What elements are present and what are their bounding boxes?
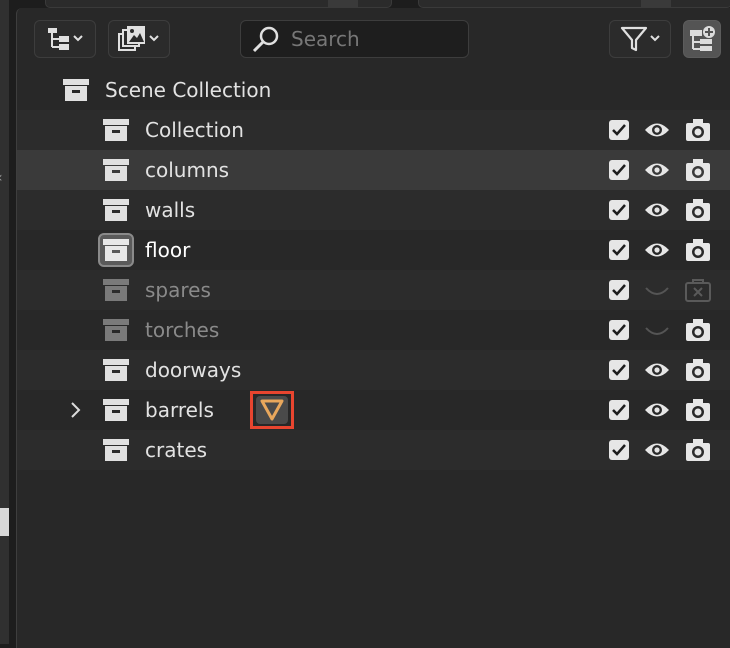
collection-icon [101,435,131,465]
camera-icon[interactable] [684,317,712,343]
top-header-button[interactable] [328,0,358,7]
tree-row-label: spares [145,278,211,302]
outliner-tree: Scene Collection Collection columns wall… [17,70,730,470]
funnel-icon [620,26,660,52]
camera-icon[interactable] [684,397,712,423]
camera-icon[interactable] [684,197,712,223]
camera-icon[interactable] [684,357,712,383]
tree-row[interactable]: barrels [17,390,730,430]
exclude-checkbox[interactable] [609,120,629,140]
eye-icon[interactable] [643,358,671,382]
new-collection-icon [690,26,715,51]
tree-row[interactable]: crates [17,430,730,470]
tree-row-scene-collection[interactable]: Scene Collection [17,70,730,110]
collection-icon [101,355,131,385]
tree-row[interactable]: doorways [17,350,730,390]
exclude-checkbox[interactable] [609,400,629,420]
collection-icon [101,315,131,345]
collection-icon [98,233,134,267]
chevron-right-icon[interactable] [69,400,83,420]
search-field[interactable] [240,20,469,58]
top-editor-header-right [418,0,730,8]
left-scrollbar[interactable] [0,508,9,536]
collection-icon [101,115,131,145]
image-stack-icon [118,26,159,51]
collapse-arrow-icon[interactable]: ‹ [0,170,3,186]
tree-row-label: walls [145,198,196,222]
outliner-tree-icon [48,28,83,50]
top-header-button-2[interactable] [641,0,671,7]
tree-row-label: torches [145,318,220,342]
display-mode-dropdown[interactable] [34,20,96,58]
camera-icon[interactable] [684,437,712,463]
tree-row-active[interactable]: floor [17,230,730,270]
top-strip [0,0,730,8]
tree-row-label: doorways [145,358,242,382]
camera-disabled-icon[interactable] [684,277,712,303]
eye-icon[interactable] [643,438,671,462]
tree-row[interactable]: torches [17,310,730,350]
eye-closed-icon[interactable] [643,278,671,302]
tree-row-label: columns [145,158,230,182]
exclude-checkbox[interactable] [609,280,629,300]
filter-dropdown[interactable] [609,20,671,58]
camera-icon[interactable] [684,157,712,183]
tree-row-label: barrels [145,398,214,422]
exclude-checkbox[interactable] [609,240,629,260]
collection-icon [61,75,91,105]
outliner-panel: Scene Collection Collection columns [16,8,730,648]
camera-icon[interactable] [684,237,712,263]
search-icon [252,26,279,53]
tree-row[interactable]: Collection [17,110,730,150]
collection-icon [101,275,131,305]
eye-icon[interactable] [643,158,671,182]
exclude-checkbox[interactable] [609,440,629,460]
modifier-icon [260,399,284,421]
new-collection-button[interactable] [683,20,721,58]
eye-icon[interactable] [643,198,671,222]
modifier-child-button[interactable] [250,391,294,429]
left-editor-edge[interactable]: ‹ [0,0,9,644]
tree-row-label: floor [145,238,191,262]
tree-row-label: Collection [145,118,244,142]
filter-objects-dropdown[interactable] [108,20,170,58]
exclude-checkbox[interactable] [609,200,629,220]
eye-icon[interactable] [643,118,671,142]
eye-icon[interactable] [643,398,671,422]
camera-icon[interactable] [684,117,712,143]
tree-row-selected[interactable]: columns [17,150,730,190]
collection-icon [101,195,131,225]
tree-row[interactable]: walls [17,190,730,230]
eye-closed-icon[interactable] [643,318,671,342]
tree-row-label: crates [145,438,208,462]
outliner-header [17,8,730,70]
exclude-checkbox[interactable] [609,360,629,380]
collection-icon [101,155,131,185]
search-input[interactable] [291,27,451,51]
exclude-checkbox[interactable] [609,320,629,340]
exclude-checkbox[interactable] [609,160,629,180]
top-editor-header-left [45,0,392,8]
tree-row[interactable]: spares [17,270,730,310]
collection-icon [101,395,131,425]
tree-row-label: Scene Collection [105,78,272,102]
eye-icon[interactable] [643,238,671,262]
